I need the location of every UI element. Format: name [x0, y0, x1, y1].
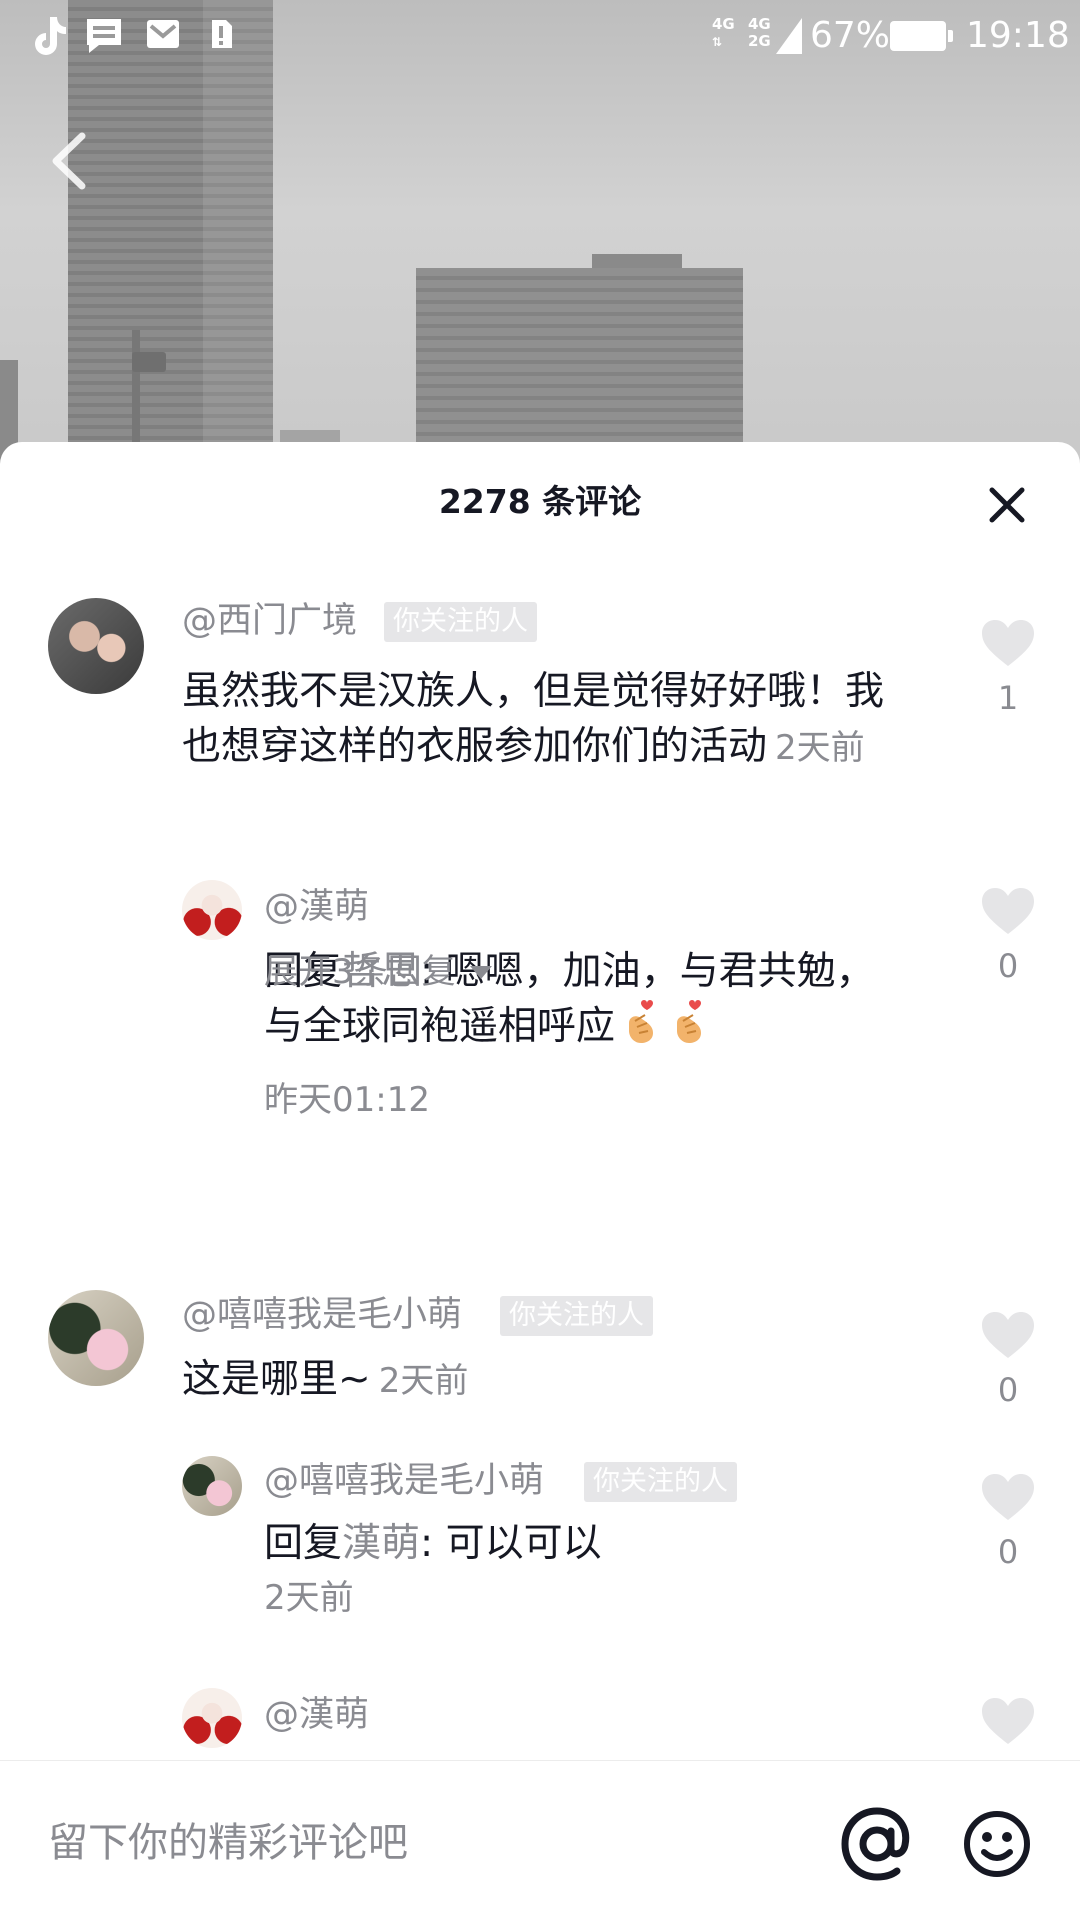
signal-icon — [776, 18, 802, 54]
like-button[interactable]: 1 — [980, 618, 1036, 718]
like-count: 0 — [997, 1371, 1019, 1409]
back-arrow-icon[interactable] — [44, 130, 94, 192]
avatar[interactable] — [48, 598, 144, 694]
comment-text[interactable]: 虽然我不是汉族人，但是觉得好好哦！我也想穿这样的衣服参加你们的活动 2天前 — [182, 664, 902, 776]
comment-username[interactable]: @嘻嘻我是毛小萌 — [182, 1292, 462, 1338]
like-button[interactable]: 0 — [980, 886, 1036, 986]
like-count: 0 — [997, 1533, 1019, 1571]
message-icon — [87, 19, 121, 53]
comment-username[interactable]: @西门广境 — [182, 598, 357, 644]
heart-icon — [982, 1312, 1034, 1358]
avatar[interactable] — [182, 1688, 242, 1748]
reply-text[interactable]: 回复漢萌: 可以可以 — [264, 1520, 984, 1568]
chevron-down-icon — [469, 966, 492, 979]
like-button[interactable]: 0 — [980, 1472, 1036, 1572]
close-icon[interactable] — [988, 486, 1026, 524]
heart-icon — [982, 888, 1034, 934]
reply-time: 昨天01:12 — [264, 1080, 430, 1120]
reply-username[interactable]: @嘻嘻我是毛小萌 — [264, 1458, 544, 1504]
avatar[interactable] — [182, 880, 242, 940]
street-lamp-head — [132, 352, 166, 372]
building-shape — [416, 268, 743, 470]
comment-sheet: 2278 条评论 @西门广境 你关注的人 虽然我不是汉族人，但是觉得好好哦！我也… — [0, 442, 1080, 1920]
comment-time: 2天前 — [378, 1361, 469, 1401]
battery-icon — [890, 21, 953, 51]
clock: 19:18 — [966, 15, 1070, 56]
comment-input-bar: 留下你的精彩评论吧 — [0, 1760, 1080, 1920]
network-type-1: 4G ⇅ — [712, 15, 735, 50]
following-tag: 你关注的人 — [384, 602, 537, 642]
comment-text[interactable]: 这是哪里~ 2天前 — [182, 1356, 902, 1405]
status-bar: 4G ⇅ 4G 2G 67% 19:18 — [0, 0, 1080, 72]
reply-username[interactable]: @漢萌 — [264, 884, 369, 930]
expand-replies-button[interactable]: 展开3条回复 — [264, 950, 492, 994]
like-count: 1 — [997, 679, 1019, 717]
reply-target[interactable]: 漢萌 — [342, 1521, 420, 1566]
alert-icon — [212, 20, 232, 48]
like-button[interactable] — [980, 1696, 1036, 1746]
network-type-2: 4G 2G — [748, 15, 771, 50]
heart-icon — [982, 1474, 1034, 1520]
emoji-icon[interactable] — [962, 1809, 1032, 1879]
finger-heart-emoji-icon — [677, 1000, 702, 1043]
following-tag: 你关注的人 — [584, 1462, 737, 1502]
comment-count-title: 2278 条评论 — [438, 482, 642, 521]
following-tag: 你关注的人 — [500, 1296, 653, 1336]
battery-percent: 67% — [810, 15, 891, 56]
avatar[interactable] — [182, 1456, 242, 1516]
comment-input[interactable]: 留下你的精彩评论吧 — [48, 1817, 408, 1869]
mail-icon — [147, 20, 179, 48]
reply-username[interactable]: @漢萌 — [264, 1692, 369, 1738]
comment-time: 2天前 — [775, 728, 865, 768]
heart-icon — [982, 1698, 1034, 1744]
like-button[interactable]: 0 — [980, 1310, 1036, 1410]
heart-icon — [982, 620, 1034, 666]
tiktok-icon — [35, 17, 66, 55]
finger-heart-emoji-icon — [629, 1000, 654, 1043]
at-icon[interactable] — [840, 1807, 914, 1881]
avatar[interactable] — [48, 1290, 144, 1386]
reply-time: 2天前 — [264, 1578, 354, 1618]
like-count: 0 — [997, 947, 1019, 985]
